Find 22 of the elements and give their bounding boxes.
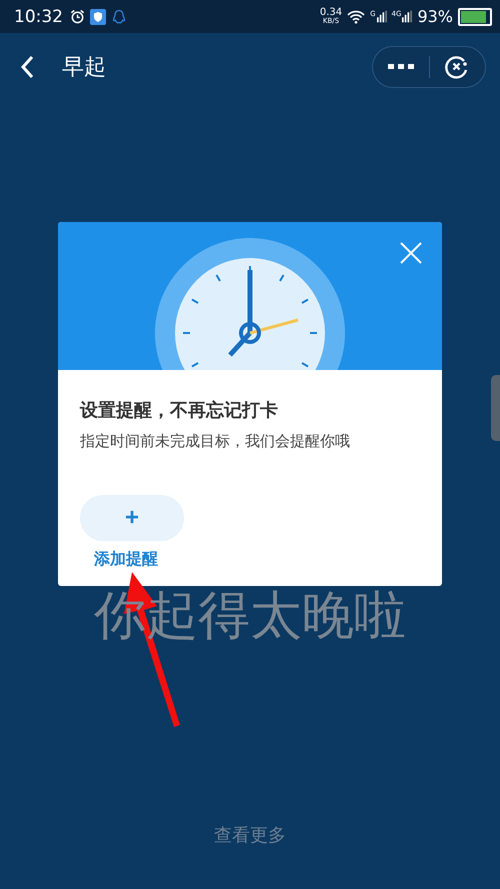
close-button[interactable]	[400, 242, 422, 264]
more-dots-icon	[388, 64, 414, 70]
penguin-icon	[111, 8, 127, 24]
add-reminder-button[interactable]: +	[80, 495, 184, 541]
signal-bars-icon	[376, 10, 387, 23]
add-reminder-link[interactable]: 添加提醒	[94, 549, 158, 570]
dialog-subtitle: 指定时间前未完成目标，我们会提醒你哦	[80, 432, 350, 451]
alarm-clock-icon	[70, 9, 85, 24]
view-more-link[interactable]: 查看更多	[214, 823, 286, 847]
dialog-title: 设置提醒，不再忘记打卡	[80, 399, 278, 422]
shield-icon	[90, 8, 106, 24]
battery-icon	[458, 8, 492, 26]
close-icon	[400, 242, 422, 264]
clock-time: 10:32	[14, 6, 63, 26]
close-target-icon	[445, 54, 470, 78]
back-chevron-icon	[20, 54, 34, 78]
signal-bars-icon	[402, 10, 412, 23]
network-speed: 0.34	[320, 8, 342, 16]
page-title: 早起	[62, 54, 107, 82]
wifi-icon	[347, 10, 366, 24]
battery-percent: 93%	[417, 7, 453, 26]
edge-handle[interactable]	[491, 375, 500, 441]
